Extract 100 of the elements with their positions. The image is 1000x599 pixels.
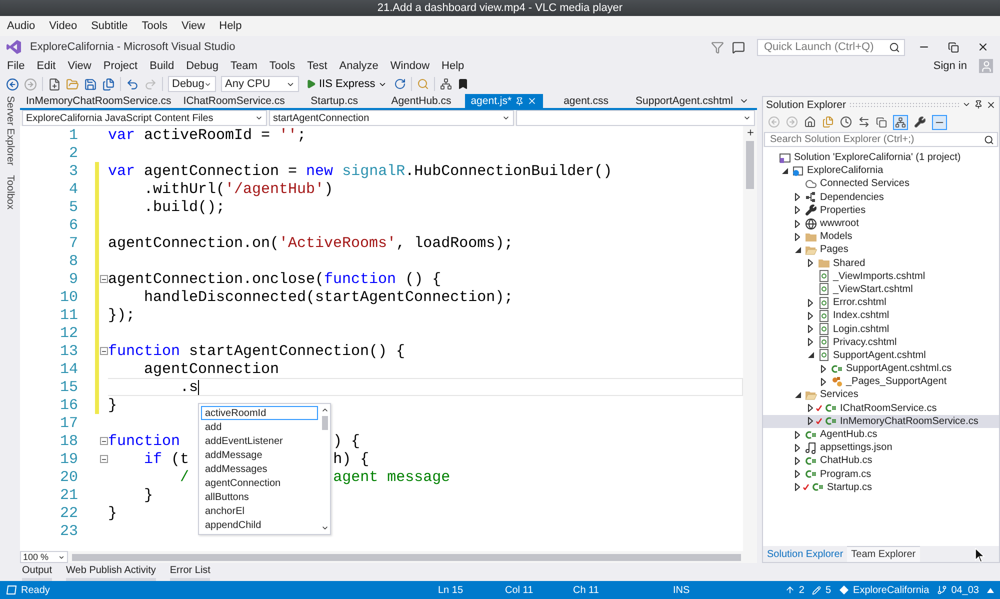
- collapsed-arrow-icon[interactable]: [795, 220, 800, 228]
- up-arrow-icon[interactable]: [784, 585, 795, 595]
- collapsed-arrow-icon[interactable]: [808, 417, 813, 426]
- tree-item[interactable]: Properties: [763, 204, 999, 217]
- completion-item[interactable]: appendChild: [201, 518, 318, 532]
- close-icon[interactable]: [986, 100, 996, 110]
- collapsed-arrow-icon[interactable]: [808, 338, 813, 346]
- menu-item[interactable]: Team: [230, 60, 258, 72]
- restore-icon[interactable]: [948, 42, 959, 52]
- configuration-dropdown[interactable]: Debug: [168, 76, 216, 92]
- tree-item[interactable]: Pages: [763, 243, 999, 256]
- tree-item[interactable]: Error.cshtml: [763, 296, 999, 310]
- new-file-icon[interactable]: [48, 78, 61, 90]
- close-icon[interactable]: [977, 41, 989, 53]
- menu-item[interactable]: Test: [307, 60, 328, 72]
- panel-tab[interactable]: Team Explorer: [847, 546, 920, 562]
- pencil-icon[interactable]: [812, 586, 822, 594]
- completion-item[interactable]: add: [201, 420, 318, 434]
- home-icon[interactable]: [804, 116, 816, 128]
- side-tab[interactable]: Server Explorer: [4, 96, 16, 166]
- editor-tab[interactable]: AgentHub.cs: [378, 94, 465, 108]
- menu-item[interactable]: Build: [150, 60, 174, 72]
- editor-tab[interactable]: agent.css: [542, 94, 630, 108]
- collapsed-arrow-icon[interactable]: [821, 378, 826, 386]
- menu-item[interactable]: Tools: [269, 60, 296, 72]
- back-icon[interactable]: [6, 78, 19, 90]
- diamond-icon[interactable]: [839, 585, 850, 595]
- sync-icon[interactable]: [858, 116, 870, 128]
- completion-item[interactable]: allButtons: [201, 490, 318, 504]
- split-icon[interactable]: [746, 128, 754, 137]
- tree-item[interactable]: wwwroot: [763, 216, 999, 230]
- menu-item[interactable]: View: [181, 20, 206, 32]
- expanded-arrow-icon[interactable]: [782, 168, 788, 174]
- collapsed-arrow-icon[interactable]: [821, 364, 826, 373]
- menu-item[interactable]: Debug: [186, 60, 218, 72]
- collapse-all-icon[interactable]: [876, 116, 887, 128]
- save-all-icon[interactable]: [102, 78, 115, 90]
- filter-icon[interactable]: [711, 40, 724, 54]
- show-files-button[interactable]: [893, 114, 908, 130]
- editor-tab[interactable]: IChatRoomService.cs: [177, 94, 291, 108]
- editor-tab[interactable]: Startup.cs: [290, 94, 378, 108]
- refresh-icon[interactable]: [394, 78, 406, 90]
- tree-item[interactable]: Dependencies: [763, 190, 999, 204]
- tree-item[interactable]: _ViewImports.cshtml: [763, 270, 999, 283]
- tree-item[interactable]: SupportAgent.cshtml.cs: [763, 362, 999, 376]
- menu-item[interactable]: Subtitle: [91, 20, 128, 32]
- completion-item[interactable]: activeRoomId: [201, 406, 318, 420]
- menu-item[interactable]: Edit: [36, 60, 56, 72]
- collapsed-arrow-icon[interactable]: [808, 298, 813, 307]
- collapsed-arrow-icon[interactable]: [795, 483, 800, 492]
- collapsed-arrow-icon[interactable]: [795, 206, 800, 214]
- save-icon[interactable]: [84, 78, 97, 90]
- feedback-icon[interactable]: [732, 40, 745, 54]
- tree-item[interactable]: InMemoryChatRoomService.cs: [763, 414, 999, 428]
- collapse-toggle-icon[interactable]: [100, 275, 108, 283]
- menu-item[interactable]: Video: [49, 20, 78, 32]
- tree-item[interactable]: ChatHub.cs: [763, 454, 999, 468]
- undo-icon[interactable]: [126, 78, 139, 90]
- caret-icon[interactable]: [987, 588, 994, 592]
- project-dropdown[interactable]: ExploreCalifornia JavaScript Content Files: [22, 110, 267, 126]
- history-icon[interactable]: [840, 116, 852, 128]
- tree-item[interactable]: Connected Services: [763, 177, 999, 191]
- collapsed-arrow-icon[interactable]: [808, 404, 813, 412]
- tree-item[interactable]: SupportAgent.cshtml: [763, 348, 999, 362]
- branch-name[interactable]: 04_03: [951, 584, 979, 596]
- side-tab[interactable]: Toolbox: [4, 175, 16, 210]
- completion-item[interactable]: addMessage: [201, 448, 318, 462]
- completion-item[interactable]: addMessages: [201, 462, 318, 476]
- collapsed-arrow-icon[interactable]: [795, 193, 800, 202]
- scroll-up-icon[interactable]: [321, 406, 329, 414]
- tree-item[interactable]: Privacy.cshtml: [763, 336, 999, 349]
- tree-item[interactable]: Program.cs: [763, 468, 999, 481]
- zoom-dropdown[interactable]: 100 %: [20, 551, 68, 563]
- collapsed-arrow-icon[interactable]: [808, 259, 813, 268]
- branch-icon[interactable]: [937, 585, 948, 595]
- scrollbar-thumb[interactable]: [72, 554, 741, 560]
- menu-item[interactable]: Audio: [7, 20, 36, 32]
- tree-item[interactable]: appsettings.json: [763, 441, 999, 454]
- pin-icon[interactable]: [974, 100, 983, 109]
- menu-item[interactable]: Help: [442, 60, 464, 72]
- tree-item[interactable]: ExploreCalifornia: [763, 164, 999, 178]
- dropdown-icon[interactable]: [962, 100, 971, 109]
- menu-item[interactable]: Help: [219, 20, 242, 32]
- menu-item[interactable]: Tools: [142, 20, 168, 32]
- completion-item[interactable]: anchorEl: [201, 504, 318, 518]
- search-field[interactable]: Search Solution Explorer (Ctrl+;): [764, 132, 998, 147]
- tree-item[interactable]: Models: [763, 230, 999, 244]
- menu-item[interactable]: File: [7, 60, 25, 72]
- scrollbar-thumb[interactable]: [746, 141, 754, 189]
- switch-views-icon[interactable]: [822, 116, 834, 128]
- tree-item[interactable]: Startup.cs: [763, 480, 999, 494]
- menu-item[interactable]: Project: [103, 60, 138, 72]
- collapsed-arrow-icon[interactable]: [808, 325, 813, 334]
- scroll-down-icon[interactable]: [321, 524, 329, 532]
- tree-item[interactable]: AgentHub.cs: [763, 428, 999, 442]
- tree-item[interactable]: Shared: [763, 256, 999, 270]
- editor-tab[interactable]: InMemoryChatRoomService.cs: [20, 94, 178, 108]
- sign-in-link[interactable]: Sign in: [933, 60, 967, 72]
- collapsed-arrow-icon[interactable]: [795, 444, 800, 452]
- menu-item[interactable]: View: [68, 60, 92, 72]
